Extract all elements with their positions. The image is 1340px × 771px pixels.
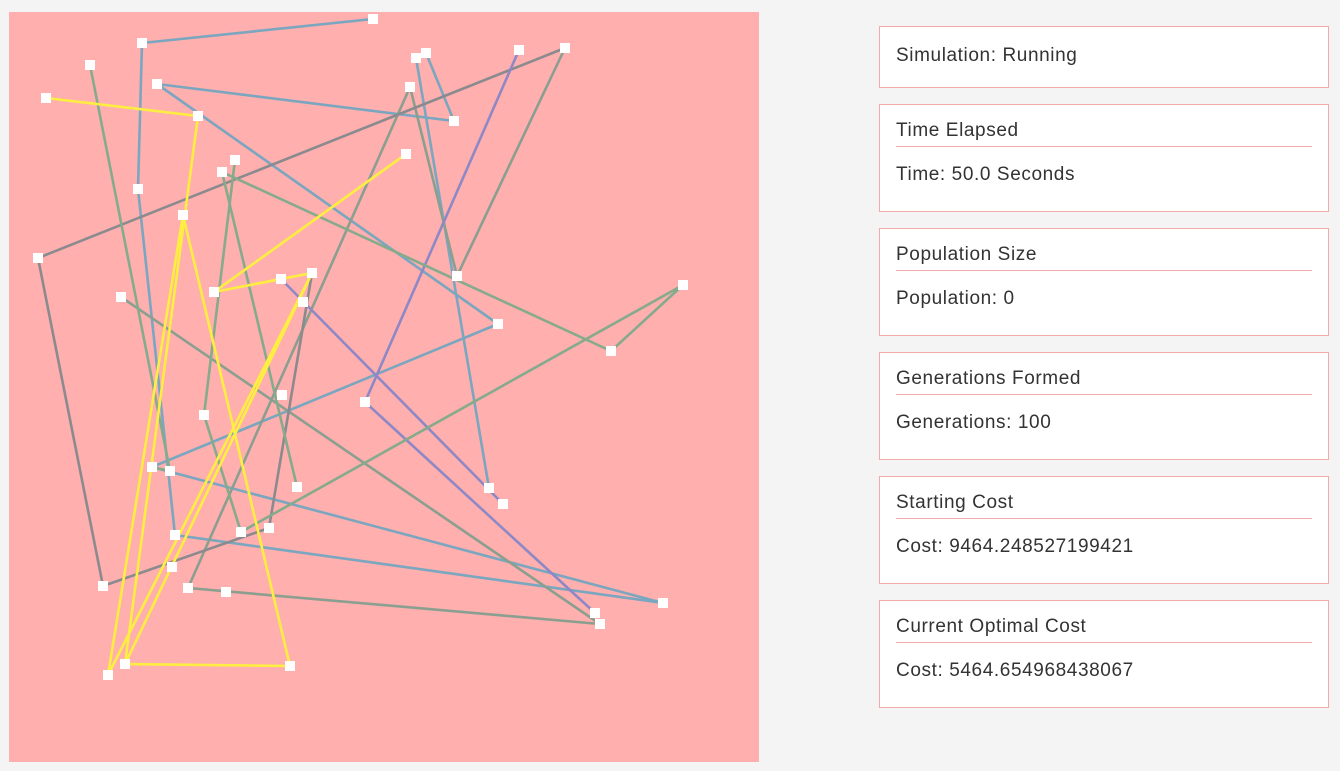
city-node (285, 661, 295, 671)
city-node (103, 670, 113, 680)
city-node (560, 43, 570, 53)
city-node (221, 587, 231, 597)
info-panel: Simulation: Running Time Elapsed Time: 5… (879, 26, 1329, 724)
city-node (590, 608, 600, 618)
city-node (33, 253, 43, 263)
city-node (98, 581, 108, 591)
city-node (199, 410, 209, 420)
city-node (85, 60, 95, 70)
city-node (514, 45, 524, 55)
city-node (178, 210, 188, 220)
city-node (236, 527, 246, 537)
generations-formed-value: Generations: 100 (896, 412, 1052, 433)
starting-cost-heading: Starting Cost (896, 491, 1312, 519)
city-node (493, 319, 503, 329)
city-node (401, 149, 411, 159)
city-node (307, 268, 317, 278)
city-node (193, 111, 203, 121)
city-node (452, 271, 462, 281)
city-node (41, 93, 51, 103)
simulation-canvas (9, 12, 759, 762)
population-size-heading: Population Size (896, 243, 1312, 271)
city-node (292, 482, 302, 492)
city-node (595, 619, 605, 629)
city-node (264, 523, 274, 533)
city-node (137, 38, 147, 48)
time-elapsed-value: Time: 50.0 Seconds (896, 164, 1076, 185)
city-node (277, 390, 287, 400)
route-map (33, 14, 688, 680)
city-node (167, 562, 177, 572)
city-node (405, 82, 415, 92)
city-node (165, 466, 175, 476)
city-node (230, 155, 240, 165)
generations-formed-card: Generations Formed Generations: 100 (879, 352, 1329, 460)
city-node (120, 659, 130, 669)
city-node (678, 280, 688, 290)
city-node (147, 462, 157, 472)
city-node (484, 483, 494, 493)
city-node (421, 48, 431, 58)
city-node (411, 53, 421, 63)
city-node (209, 287, 219, 297)
city-node (449, 116, 459, 126)
time-elapsed-heading: Time Elapsed (896, 119, 1312, 147)
city-node (116, 292, 126, 302)
simulation-status-text: Simulation: Running (896, 45, 1078, 66)
city-node (133, 184, 143, 194)
city-node (276, 274, 286, 284)
route-line (279, 277, 505, 506)
optimal-cost-value: Cost: 5464.654968438067 (896, 660, 1134, 681)
city-node (360, 397, 370, 407)
city-node (298, 297, 308, 307)
population-size-value: Population: 0 (896, 288, 1015, 309)
city-node (368, 14, 378, 24)
starting-cost-card: Starting Cost Cost: 9464.248527199421 (879, 476, 1329, 584)
city-node (170, 530, 180, 540)
optimal-cost-heading: Current Optimal Cost (896, 615, 1312, 643)
simulation-status-card: Simulation: Running (879, 26, 1329, 88)
population-size-card: Population Size Population: 0 (879, 228, 1329, 336)
generations-formed-heading: Generations Formed (896, 367, 1312, 395)
routes-layer (36, 17, 685, 677)
city-node (183, 583, 193, 593)
optimal-cost-card: Current Optimal Cost Cost: 5464.65496843… (879, 600, 1329, 708)
city-node (217, 167, 227, 177)
city-node (152, 79, 162, 89)
starting-cost-value: Cost: 9464.248527199421 (896, 536, 1134, 557)
city-node (606, 346, 616, 356)
time-elapsed-card: Time Elapsed Time: 50.0 Seconds (879, 104, 1329, 212)
city-node (658, 598, 668, 608)
city-node (498, 499, 508, 509)
cities-layer (33, 14, 688, 680)
